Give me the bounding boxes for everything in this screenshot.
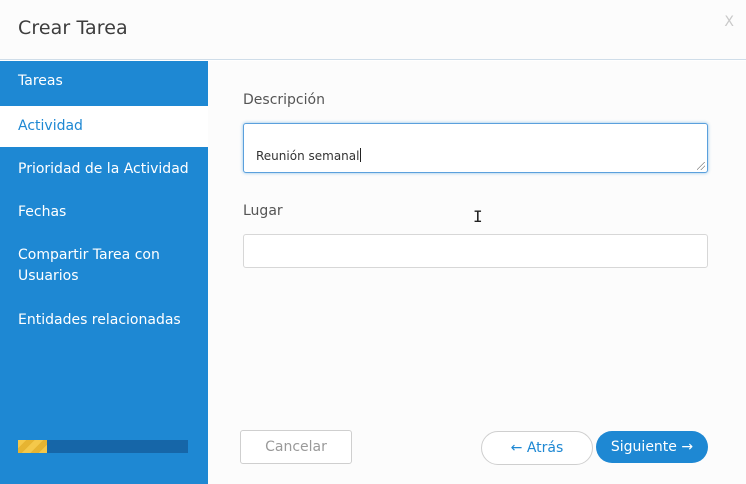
dialog-header: Crear Tarea X <box>0 0 746 60</box>
sidebar-item-fechas[interactable]: Fechas <box>0 202 208 223</box>
lugar-label: Lugar <box>243 203 283 219</box>
next-button[interactable]: Siguiente → <box>596 431 708 463</box>
sidebar-item-tareas[interactable]: Tareas <box>0 71 208 92</box>
descripcion-label: Descripción <box>243 92 325 108</box>
dialog-title: Crear Tarea <box>18 17 128 39</box>
close-icon[interactable]: X <box>724 14 734 30</box>
sidebar-item-entidades[interactable]: Entidades relacionadas <box>0 310 208 331</box>
descripcion-value: Reunión semanal <box>256 149 360 163</box>
progress-fill <box>18 440 47 453</box>
form-panel: Descripción Reunión semanal Lugar I Canc… <box>208 61 746 484</box>
descripcion-textarea[interactable]: Reunión semanal <box>243 123 708 173</box>
progress-bar <box>18 440 188 453</box>
ibeam-cursor-icon: I <box>473 207 483 226</box>
resize-handle-icon[interactable] <box>697 162 705 170</box>
cancel-button[interactable]: Cancelar <box>240 430 352 464</box>
sidebar-item-actividad[interactable]: Actividad <box>0 106 208 147</box>
sidebar-item-compartir[interactable]: Compartir Tarea con Usuarios <box>0 245 170 287</box>
lugar-input[interactable] <box>243 234 708 268</box>
sidebar-item-prioridad[interactable]: Prioridad de la Actividad <box>0 159 208 180</box>
back-button[interactable]: ← Atrás <box>481 431 593 465</box>
text-caret <box>360 148 362 162</box>
sidebar: Tareas Actividad Prioridad de la Activid… <box>0 61 208 484</box>
